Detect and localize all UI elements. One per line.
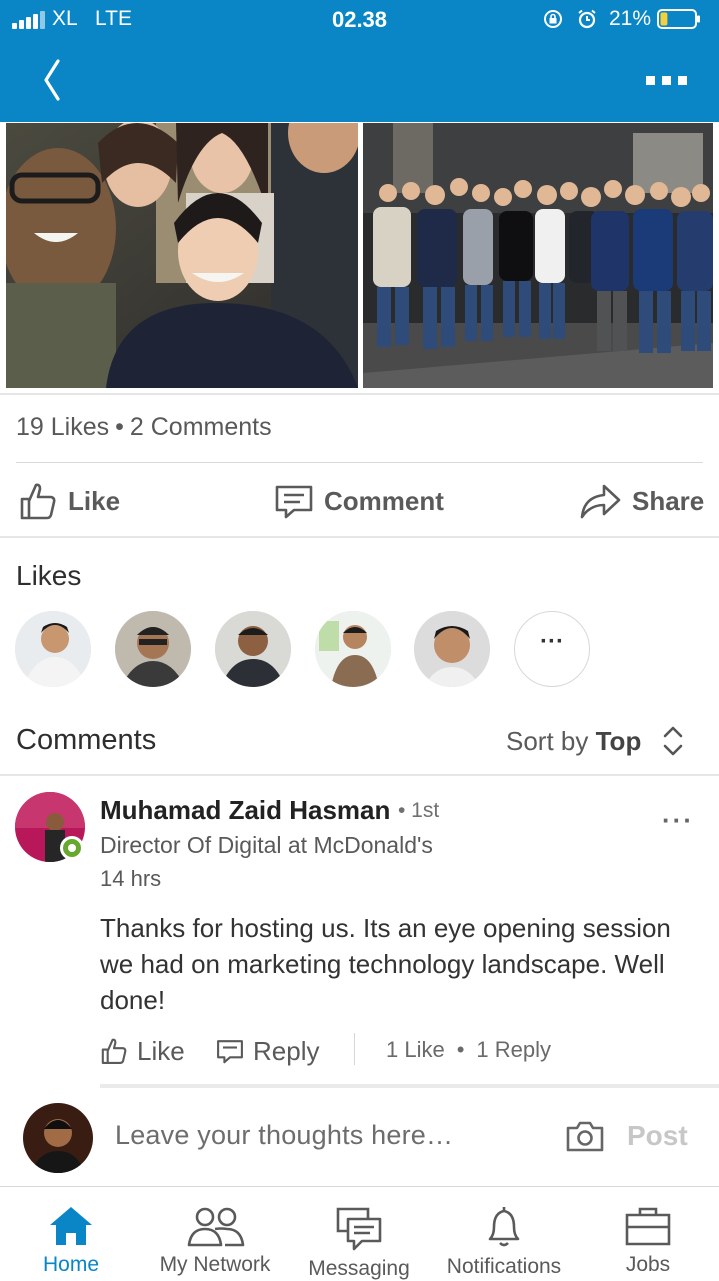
comment-body: Thanks for hosting us. Its an eye openin…	[100, 913, 671, 1015]
nav-my-network[interactable]: My Network	[148, 1187, 282, 1281]
nav-network-label: My Network	[159, 1253, 271, 1276]
online-status-badge	[60, 836, 84, 860]
commenter-name[interactable]: Muhamad Zaid Hasman	[100, 795, 390, 826]
likes-title: Likes	[16, 560, 82, 591]
more-options-icon[interactable]	[642, 68, 690, 92]
post-photo-selfie[interactable]	[6, 123, 358, 388]
sort-label: Sort by	[506, 726, 589, 756]
comment-reply-count[interactable]: 1 Reply	[476, 1037, 551, 1062]
home-icon	[50, 1207, 92, 1245]
stats-separator: •	[456, 1037, 465, 1062]
nav-messaging[interactable]: Messaging	[296, 1187, 422, 1281]
liker-avatar[interactable]	[215, 611, 291, 687]
back-icon[interactable]	[30, 55, 74, 105]
comment-input[interactable]: Leave your thoughts here…	[115, 1120, 453, 1151]
section-divider	[0, 536, 719, 538]
section-divider	[0, 774, 719, 776]
messaging-icon	[336, 1207, 382, 1251]
bell-icon	[488, 1207, 520, 1247]
battery-icon	[657, 9, 700, 29]
composer-divider	[100, 1084, 719, 1088]
comments-title: Comments	[16, 724, 157, 756]
comment-stats[interactable]: 1 Like • 1 Reply	[386, 1037, 551, 1063]
sort-dropdown[interactable]: Sort by Top	[506, 726, 641, 757]
nav-notifications[interactable]: Notifications	[434, 1187, 574, 1281]
comment-like-count[interactable]: 1 Like	[386, 1037, 445, 1062]
share-button[interactable]: Share	[578, 475, 704, 527]
nav-notifications-label: Notifications	[446, 1255, 562, 1278]
network-icon	[187, 1207, 245, 1247]
liker-avatar[interactable]	[15, 611, 91, 687]
sort-value: Top	[595, 726, 642, 756]
battery-percent: 21%	[609, 7, 652, 30]
liker-avatar[interactable]	[115, 611, 191, 687]
share-label: Share	[632, 485, 705, 516]
post-button[interactable]: Post	[627, 1120, 688, 1152]
counts-divider	[16, 462, 703, 463]
comment-reply-button[interactable]: Reply	[216, 1032, 319, 1070]
reply-icon	[217, 1040, 243, 1064]
thumbs-up-icon	[20, 483, 56, 520]
like-label: Like	[68, 485, 121, 516]
nav-messaging-label: Messaging	[308, 1257, 410, 1280]
nav-home-label: Home	[42, 1253, 100, 1276]
counts-separator: •	[115, 413, 124, 441]
nav-jobs[interactable]: Jobs	[596, 1187, 700, 1281]
liker-avatar[interactable]	[414, 611, 490, 687]
section-divider	[0, 393, 719, 395]
comment-timestamp: 14 hrs	[100, 866, 162, 891]
bottom-navigation: Home My Network Messaging Notifications	[0, 1186, 719, 1281]
comments-count[interactable]: 2 Comments	[130, 413, 272, 441]
thumbs-up-icon	[101, 1038, 127, 1064]
social-counts[interactable]: 19 Likes • 2 Comments	[16, 413, 272, 442]
commenter-headline: Director Of Digital at McDonald's	[100, 832, 433, 858]
comment-label: Comment	[324, 485, 444, 516]
nav-jobs-label: Jobs	[625, 1253, 671, 1276]
comment-button[interactable]: Comment	[274, 475, 444, 527]
comment-reply-label: Reply	[253, 1035, 320, 1066]
like-button[interactable]: Like	[18, 475, 120, 527]
liker-avatar[interactable]	[315, 611, 391, 687]
camera-icon[interactable]	[565, 1118, 605, 1154]
status-bar: XL LTE 02.38 21%	[0, 0, 719, 40]
comment-actions-separator	[354, 1033, 355, 1065]
comment-icon	[275, 485, 313, 519]
connection-degree: • 1st	[398, 799, 440, 822]
sort-chevrons-icon[interactable]	[660, 724, 686, 758]
comment-like-label: Like	[137, 1035, 185, 1066]
share-icon	[580, 484, 621, 519]
comment-more-button[interactable]: ···	[662, 805, 694, 836]
briefcase-icon	[625, 1207, 671, 1246]
more-likers-button[interactable]: ···	[514, 611, 590, 687]
nav-home[interactable]: Home	[10, 1187, 132, 1281]
comment-like-button[interactable]: Like	[100, 1032, 185, 1070]
user-avatar	[23, 1103, 93, 1173]
alarm-icon	[578, 9, 596, 29]
post-photo-group[interactable]	[363, 123, 713, 388]
rotation-lock-icon	[544, 10, 562, 28]
likes-count[interactable]: 19 Likes	[16, 413, 109, 441]
